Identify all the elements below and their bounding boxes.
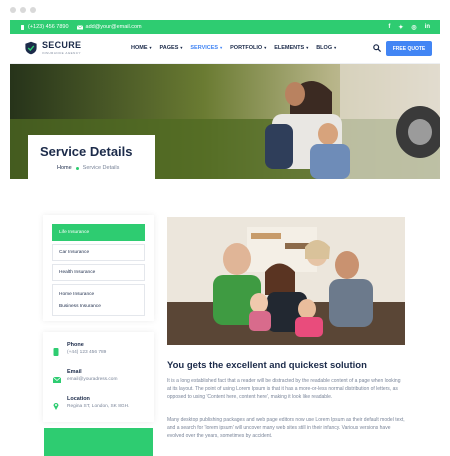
contact-phone-value[interactable]: (+44) 123 456 789	[67, 350, 106, 355]
window-dot	[20, 7, 26, 13]
breadcrumb-separator	[75, 166, 79, 170]
chevron-down-icon: ▾	[220, 45, 223, 50]
content-heading: You gets the excellent and quickest solu…	[167, 360, 367, 371]
nav-item-pages[interactable]: PAGES ▾	[160, 45, 183, 51]
service-link-business-insurance[interactable]: Business Insurance	[59, 300, 138, 312]
topbar-phone-text: (+123) 456 7890	[28, 24, 69, 30]
contact-phone: Phone (+44) 123 456 789	[53, 342, 144, 361]
service-link-home-insurance[interactable]: Home Insurance	[59, 288, 138, 300]
brand-name: SECURE	[42, 40, 82, 50]
contact-phone-label: Phone	[67, 342, 84, 348]
chevron-down-icon: ▾	[334, 45, 337, 50]
nav-item-blog[interactable]: BLOG ▾	[316, 45, 336, 51]
contact-email-label: Email	[67, 369, 82, 375]
phone-icon	[53, 348, 59, 356]
facebook-icon[interactable]: f	[388, 24, 390, 31]
promo-banner[interactable]	[44, 428, 153, 456]
free-quote-button[interactable]: FREE QUOTE	[386, 41, 432, 56]
breadcrumb-home-link[interactable]: Home	[57, 165, 72, 171]
service-link-car-insurance[interactable]: Car Insurance	[52, 244, 145, 261]
nav-item-home[interactable]: HOME ▾	[131, 45, 152, 51]
chevron-down-icon: ▾	[180, 45, 183, 50]
nav-item-services[interactable]: SERVICES ▾	[190, 45, 222, 51]
window-dot	[10, 7, 16, 13]
content-paragraph-2: Many desktop publishing packages and web…	[167, 417, 405, 439]
service-link-group: Home Insurance Business Insurance	[52, 284, 145, 316]
social-links: f ✦ ◎ in	[388, 24, 430, 31]
nav-menu: HOME ▾ PAGES ▾ SERVICES ▾ PORTFOLIO ▾ ELEMEN…	[131, 45, 336, 51]
window-dot	[30, 7, 36, 13]
hero-banner: Service Details Home Service Details	[10, 64, 440, 179]
brand-logo[interactable]: SECURE INSURANCE AGENCY	[24, 41, 81, 55]
service-family-photo	[167, 217, 405, 345]
contact-location-value: Regina ST, London, SK 8GH.	[67, 404, 130, 409]
main-navbar: SECURE INSURANCE AGENCY HOME ▾ PAGES ▾ SER…	[10, 34, 440, 64]
instagram-icon[interactable]: ◎	[411, 24, 416, 31]
topbar-email-text: add@your@email.com	[85, 24, 142, 30]
content-paragraph-1: It is a long established fact that a rea…	[167, 378, 401, 400]
service-link-health-insurance[interactable]: Health Insurance	[52, 264, 145, 281]
page-title: Service Details	[40, 144, 133, 159]
search-icon[interactable]	[373, 44, 381, 52]
contact-location-label: Location	[67, 396, 90, 402]
breadcrumb: Home Service Details	[57, 165, 119, 171]
topbar-email[interactable]: add@your@email.com	[76, 24, 142, 30]
linkedin-icon[interactable]: in	[425, 24, 430, 31]
shield-logo-icon	[25, 41, 37, 55]
contact-info-box: Phone (+44) 123 456 789 Email email@your…	[43, 332, 154, 422]
brand-tagline: INSURANCE AGENCY	[42, 51, 82, 55]
mail-icon	[52, 376, 62, 383]
breadcrumb-current: Service Details	[82, 165, 120, 171]
twitter-icon[interactable]: ✦	[398, 24, 403, 31]
chevron-down-icon: ▾	[306, 45, 309, 50]
contact-location: Location Regina ST, London, SK 8GH.	[53, 396, 144, 415]
page-frame: (+123) 456 7890 add@your@email.com f ✦ ◎…	[10, 20, 440, 456]
contact-email-value[interactable]: email@youradress.com	[67, 377, 117, 382]
topbar-phone[interactable]: (+123) 456 7890	[20, 24, 69, 30]
services-sidebar: Life Insurance Car Insurance Health Insu…	[43, 215, 154, 321]
nav-item-elements[interactable]: ELEMENTS ▾	[274, 45, 308, 51]
chevron-down-icon: ▾	[264, 45, 267, 50]
browser-chrome	[0, 0, 450, 20]
phone-icon	[21, 24, 24, 30]
hero-title-box: Service Details Home Service Details	[28, 135, 155, 179]
chevron-down-icon: ▾	[149, 45, 152, 50]
mail-icon	[76, 24, 83, 29]
service-link-life-insurance[interactable]: Life Insurance	[52, 224, 145, 241]
top-bar: (+123) 456 7890 add@your@email.com f ✦ ◎…	[10, 20, 440, 34]
contact-email: Email email@youradress.com	[52, 369, 144, 388]
nav-item-portfolio[interactable]: PORTFOLIO ▾	[230, 45, 266, 51]
location-pin-icon	[53, 403, 59, 410]
